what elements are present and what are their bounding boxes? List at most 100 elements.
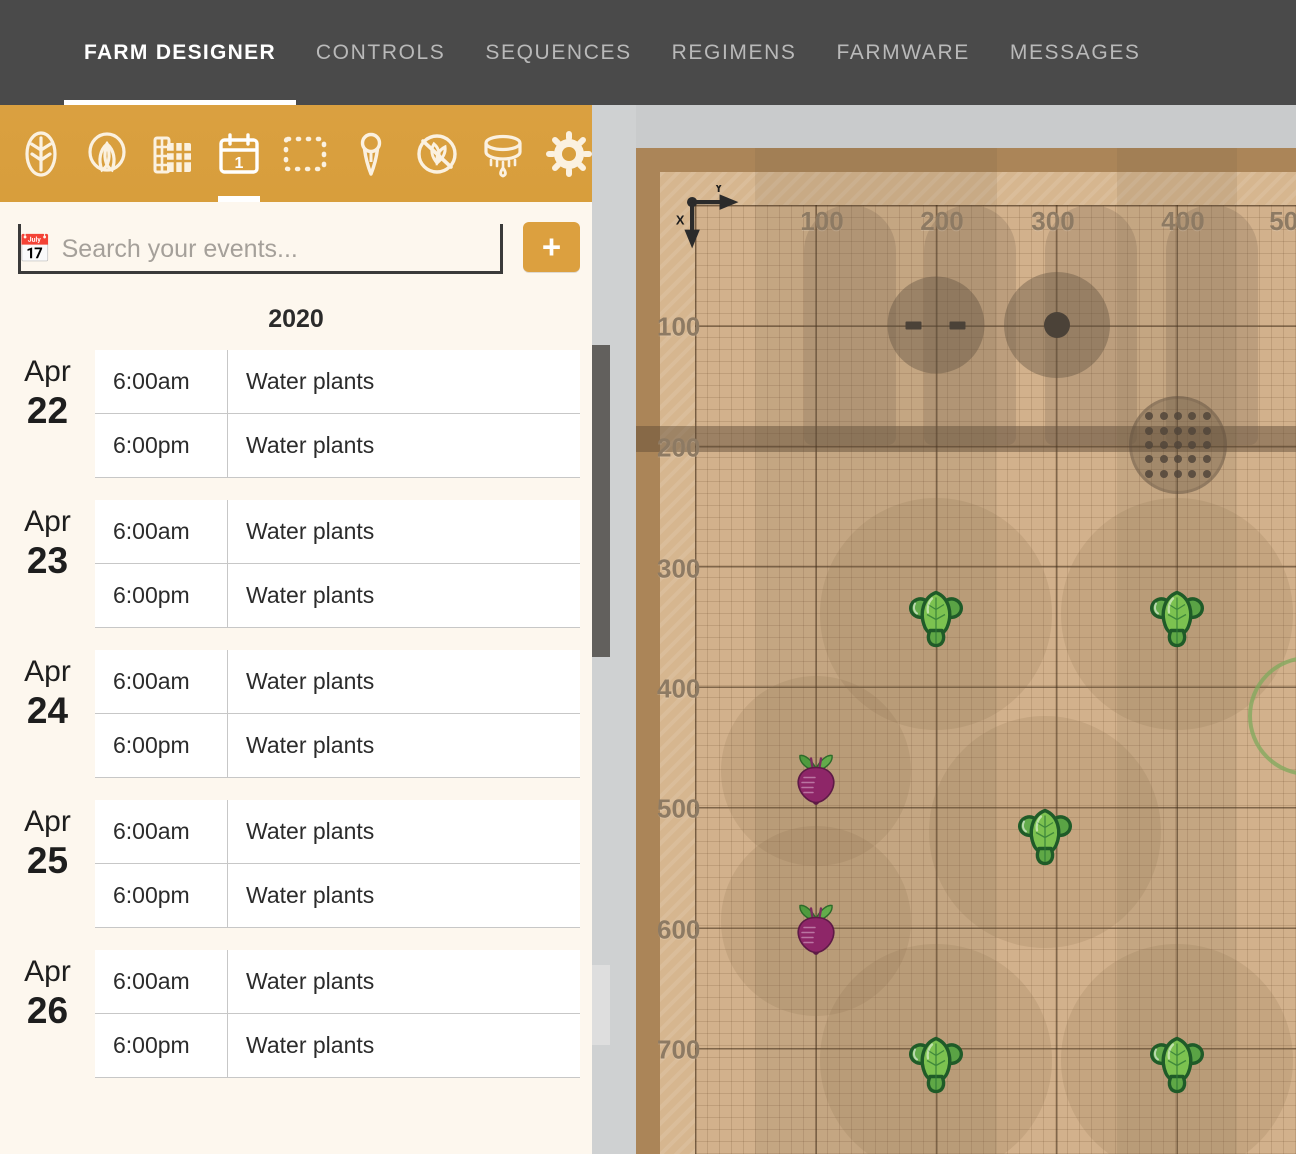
tool-slot [804, 205, 896, 445]
event-day-group: Apr 24 6:00am Water plants 6:00pm Water … [0, 650, 592, 778]
plant-spinach[interactable] [901, 1034, 971, 1101]
axis-x-tick: 200 [920, 206, 963, 237]
seed-tray[interactable] [1129, 396, 1227, 494]
event-name: Water plants [228, 1014, 580, 1077]
add-event-button[interactable]: + [523, 222, 580, 272]
plant-beet[interactable] [789, 895, 843, 962]
plant-spinach[interactable] [1142, 588, 1212, 655]
watering-nozzle-icon [477, 128, 529, 180]
calendar-icon: 📅 [18, 236, 52, 263]
event-time: 6:00pm [95, 714, 228, 777]
map-point-icon-button[interactable] [338, 105, 404, 202]
weeds-no-icon [412, 129, 462, 179]
weeder-tool[interactable] [1004, 272, 1110, 378]
event-day-number: 22 [0, 390, 95, 432]
event-date: Apr 24 [0, 650, 95, 778]
event-day-group: Apr 22 6:00am Water plants 6:00pm Water … [0, 350, 592, 478]
event-day-number: 23 [0, 540, 95, 582]
tool-mount-slot[interactable] [888, 277, 985, 374]
nav-tab-messages[interactable]: MESSAGES [990, 0, 1161, 105]
weeds-no-icon-button[interactable] [404, 105, 470, 202]
nav-tab-controls[interactable]: CONTROLS [296, 0, 465, 105]
event-row[interactable]: 6:00pm Water plants [95, 1014, 580, 1078]
weeder-center-dot-icon [1044, 312, 1070, 338]
event-row[interactable]: 6:00am Water plants [95, 350, 580, 414]
axis-x-tick: 500 [1269, 206, 1296, 237]
event-row[interactable]: 6:00pm Water plants [95, 414, 580, 478]
plants-group-icon [82, 130, 132, 178]
plus-icon: + [542, 228, 561, 266]
event-name: Water plants [228, 564, 580, 627]
event-rows: 6:00am Water plants 6:00pm Water plants [95, 800, 580, 928]
event-row[interactable]: 6:00pm Water plants [95, 564, 580, 628]
nav-tab-regimens[interactable]: REGIMENS [652, 0, 817, 105]
axis-x-tick: 400 [1161, 206, 1204, 237]
event-row[interactable]: 6:00am Water plants [95, 950, 580, 1014]
garden-grid-icon-button[interactable] [140, 105, 206, 202]
calendar-events-icon-button[interactable]: 1 [206, 105, 272, 202]
search-input[interactable] [62, 235, 482, 264]
event-row[interactable]: 6:00am Water plants [95, 800, 580, 864]
event-date: Apr 22 [0, 350, 95, 478]
panel-scrollbar-thumb[interactable] [592, 345, 610, 657]
event-name: Water plants [228, 800, 580, 863]
calendar-events-icon: 1 [214, 129, 264, 179]
map-point-icon [349, 129, 393, 179]
farm-designer-map[interactable]: Y X 100 200 300 400 500 100 200 300 400 … [636, 148, 1296, 1154]
event-row[interactable]: 6:00am Water plants [95, 650, 580, 714]
plant-spinach[interactable] [901, 588, 971, 655]
axis-x-tick: 300 [1031, 206, 1074, 237]
event-time: 6:00pm [95, 564, 228, 627]
svg-text:Y: Y [714, 185, 723, 195]
event-rows: 6:00am Water plants 6:00pm Water plants [95, 950, 580, 1078]
panel-scrollbar-thumb-secondary[interactable] [592, 965, 610, 1045]
event-row[interactable]: 6:00pm Water plants [95, 714, 580, 778]
selection-box-icon [280, 130, 330, 178]
event-time: 6:00pm [95, 864, 228, 927]
svg-text:1: 1 [235, 155, 244, 172]
nav-tab-farmware[interactable]: FARMWARE [817, 0, 990, 105]
nav-tab-farm-designer[interactable]: FARM DESIGNER [64, 0, 296, 105]
panel-scrollbar[interactable] [592, 105, 636, 1154]
plant-spinach[interactable] [1010, 806, 1080, 873]
event-date: Apr 25 [0, 800, 95, 928]
tool-slot-dash-icon [906, 321, 922, 329]
map-axes: Y X [675, 185, 795, 305]
plant-leaf-icon-button[interactable] [8, 105, 74, 202]
event-name: Water plants [228, 414, 580, 477]
event-rows: 6:00am Water plants 6:00pm Water plants [95, 500, 580, 628]
event-day-group: Apr 26 6:00am Water plants 6:00pm Water … [0, 950, 592, 1078]
axis-y-tick: 300 [657, 554, 700, 585]
event-name: Water plants [228, 350, 580, 413]
selection-box-icon-button[interactable] [272, 105, 338, 202]
plant-beet[interactable] [789, 745, 843, 812]
nav-tab-label: REGIMENS [672, 41, 797, 65]
search-field[interactable]: 📅 [18, 224, 503, 274]
event-row[interactable]: 6:00am Water plants [95, 500, 580, 564]
settings-gear-icon-button[interactable] [536, 105, 592, 202]
events-year: 2020 [0, 292, 592, 350]
designer-toolbar: 1 [0, 105, 592, 202]
watering-nozzle-icon-button[interactable] [470, 105, 536, 202]
events-list[interactable]: 2020 Apr 22 6:00am Water plants 6:00pm W… [0, 292, 592, 1154]
nav-tab-sequences[interactable]: SEQUENCES [465, 0, 651, 105]
event-rows: 6:00am Water plants 6:00pm Water plants [95, 350, 580, 478]
event-name: Water plants [228, 714, 580, 777]
event-time: 6:00pm [95, 414, 228, 477]
plants-group-icon-button[interactable] [74, 105, 140, 202]
event-row[interactable]: 6:00pm Water plants [95, 864, 580, 928]
event-day-number: 26 [0, 990, 95, 1032]
plant-spinach[interactable] [1142, 1034, 1212, 1101]
svg-text:X: X [676, 212, 685, 227]
event-month: Apr [0, 504, 95, 540]
settings-gear-icon [545, 130, 592, 178]
axis-y-tick: 700 [657, 1035, 700, 1066]
nav-tab-label: CONTROLS [316, 41, 445, 65]
event-time: 6:00am [95, 800, 228, 863]
event-date: Apr 23 [0, 500, 95, 628]
event-day-group: Apr 23 6:00am Water plants 6:00pm Water … [0, 500, 592, 628]
event-name: Water plants [228, 864, 580, 927]
axis-x-tick: 100 [800, 206, 843, 237]
event-day-group: Apr 25 6:00am Water plants 6:00pm Water … [0, 800, 592, 928]
event-day-number: 24 [0, 690, 95, 732]
